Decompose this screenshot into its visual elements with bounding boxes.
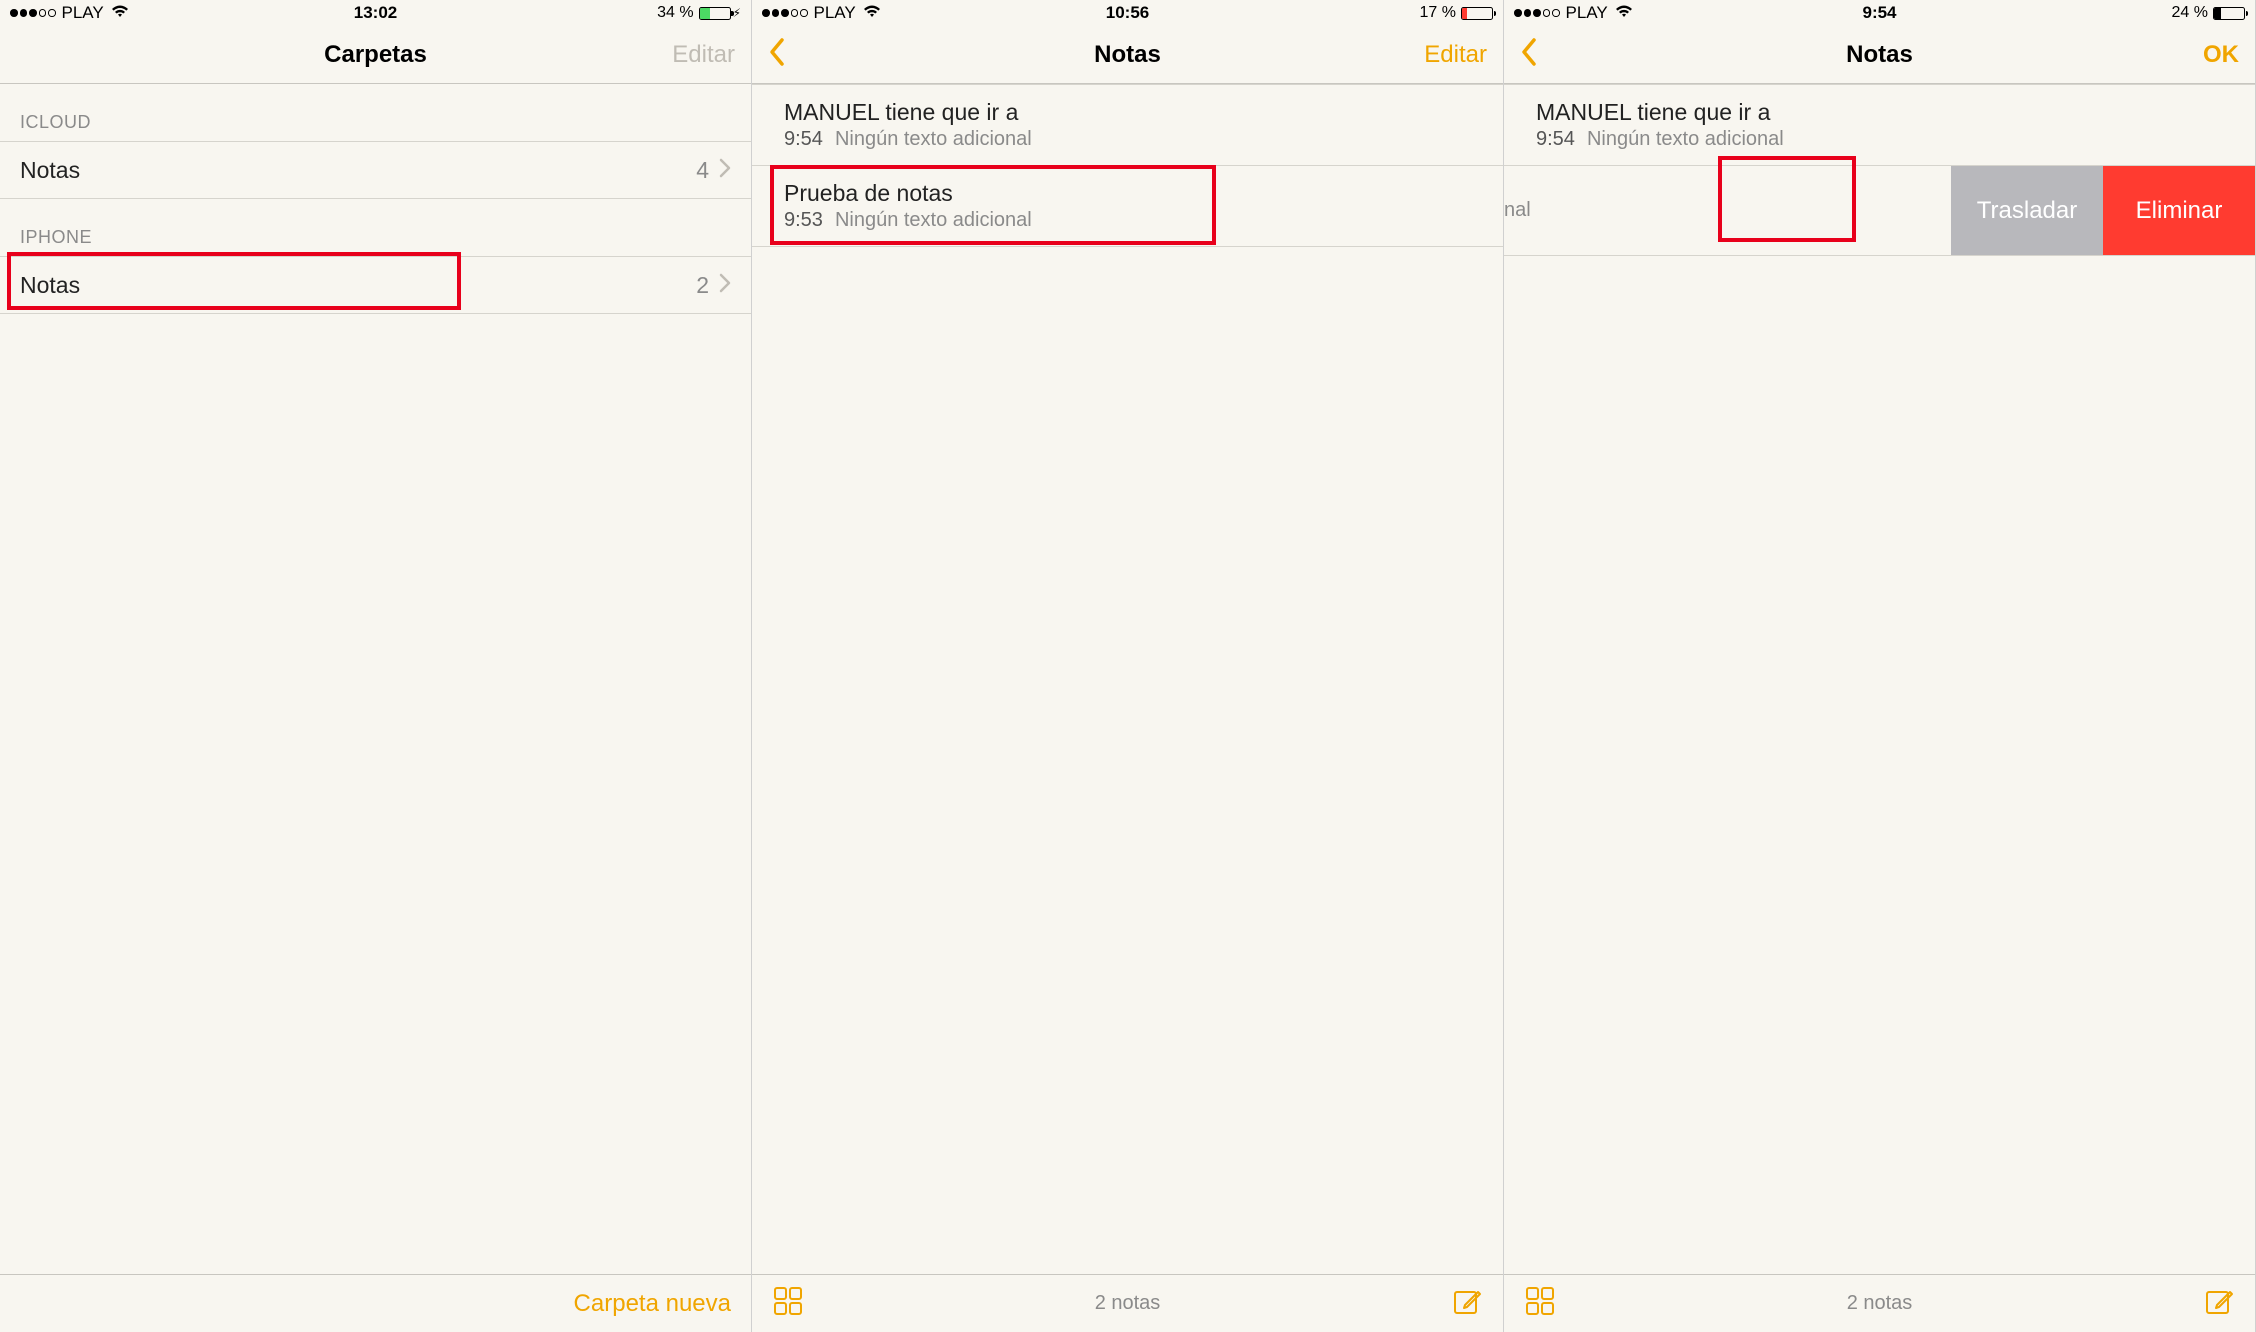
toolbar: 2 notas	[752, 1274, 1503, 1332]
note-time: 9:53	[784, 209, 823, 231]
status-right: 34 % ⚡︎	[657, 4, 741, 22]
ok-button[interactable]: OK	[2203, 41, 2239, 69]
note-time: 9:54	[784, 128, 823, 150]
compose-button[interactable]	[1451, 1285, 1483, 1322]
screen-notes-list: PLAY 10:56 17 % Notas Editar MANUEL tien…	[752, 0, 1504, 1332]
edit-button[interactable]: Editar	[672, 41, 735, 69]
status-time: 13:02	[354, 3, 397, 23]
nav-bar: Notas Editar	[752, 26, 1503, 84]
wifi-icon	[1614, 3, 1634, 23]
page-title: Notas	[1094, 41, 1161, 69]
note-row[interactable]: Prueba de notas 9:53 Ningún texto adicion…	[752, 166, 1503, 247]
folder-count: 2	[696, 272, 709, 299]
wifi-icon	[862, 3, 882, 23]
section-header-iphone: IPHONE	[0, 199, 751, 256]
compose-button[interactable]	[2203, 1285, 2235, 1322]
content-area: MANUEL tiene que ir a 9:54 Ningún texto a…	[752, 84, 1503, 1274]
note-row[interactable]: MANUEL tiene que ir a 9:54 Ningún texto a…	[752, 84, 1503, 166]
note-meta: 9:54 Ningún texto adicional	[784, 128, 1483, 151]
screen-notes-swipe: PLAY 9:54 24 % Notas OK MANUEL tiene que…	[1504, 0, 2256, 1332]
new-folder-button[interactable]: Carpeta nueva	[574, 1290, 731, 1318]
chevron-right-icon	[719, 273, 731, 298]
back-button[interactable]	[768, 37, 786, 72]
nav-bar: Notas OK	[1504, 26, 2255, 84]
status-left: PLAY	[762, 3, 882, 23]
note-row[interactable]: MANUEL tiene que ir a 9:54 Ningún texto a…	[1504, 84, 2255, 166]
edit-button[interactable]: Editar	[1424, 41, 1487, 69]
page-title: Notas	[1846, 41, 1913, 69]
status-time: 9:54	[1862, 3, 1896, 23]
note-meta: 9:53 Ningún texto adicional	[784, 209, 1483, 232]
move-button[interactable]: Trasladar	[1951, 166, 2103, 255]
note-meta: 9:54 Ningún texto adicional	[1536, 128, 2235, 151]
charging-icon: ⚡︎	[733, 7, 741, 19]
delete-button[interactable]: Eliminar	[2103, 166, 2255, 255]
toolbar: 2 notas	[1504, 1274, 2255, 1332]
carrier-label: PLAY	[1566, 3, 1608, 23]
grid-view-button[interactable]	[1524, 1285, 1556, 1322]
note-time: 9:54	[1536, 128, 1575, 150]
folder-count: 4	[696, 157, 709, 184]
grid-view-button[interactable]	[772, 1285, 804, 1322]
wifi-icon	[110, 3, 130, 23]
carrier-label: PLAY	[62, 3, 104, 23]
status-bar: PLAY 13:02 34 % ⚡︎	[0, 0, 751, 26]
status-bar: PLAY 9:54 24 %	[1504, 0, 2255, 26]
signal-dots-icon	[1514, 9, 1560, 17]
battery-percent: 17 %	[1420, 4, 1456, 22]
status-left: PLAY	[10, 3, 130, 23]
note-title: MANUEL tiene que ir a	[784, 99, 1483, 126]
status-right: 17 %	[1420, 4, 1493, 22]
note-subtitle: Ningún texto adicional	[835, 209, 1032, 231]
notes-count: 2 notas	[1847, 1292, 1913, 1315]
status-right: 24 %	[2172, 4, 2245, 22]
carrier-label: PLAY	[814, 3, 856, 23]
note-subtitle: Ningún texto adicional	[835, 128, 1032, 150]
content-area: ICLOUD Notas 4 IPHONE Notas 2	[0, 84, 751, 1274]
battery-percent: 34 %	[657, 4, 693, 22]
folder-label: Notas	[20, 157, 80, 184]
folder-row-iphone-notes[interactable]: Notas 2	[0, 256, 751, 314]
folder-row-icloud-notes[interactable]: Notas 4	[0, 141, 751, 199]
notes-count: 2 notas	[1095, 1292, 1161, 1315]
battery-icon	[2213, 7, 2245, 20]
nav-bar: Carpetas Editar	[0, 26, 751, 84]
content-area: MANUEL tiene que ir a 9:54 Ningún texto a…	[1504, 84, 2255, 1274]
battery-percent: 24 %	[2172, 4, 2208, 22]
battery-icon	[1461, 7, 1493, 20]
section-header-icloud: ICLOUD	[0, 84, 751, 141]
back-button[interactable]	[1520, 37, 1538, 72]
note-row-swiped[interactable]: nal Trasladar Eliminar	[1504, 166, 2255, 256]
battery-icon	[699, 7, 731, 20]
note-title: Prueba de notas	[784, 180, 1483, 207]
status-time: 10:56	[1106, 3, 1149, 23]
status-bar: PLAY 10:56 17 %	[752, 0, 1503, 26]
note-title: MANUEL tiene que ir a	[1536, 99, 2235, 126]
swiped-content: nal	[1504, 166, 1724, 255]
note-subtitle-peek: nal	[1504, 199, 1724, 222]
signal-dots-icon	[762, 9, 808, 17]
signal-dots-icon	[10, 9, 56, 17]
toolbar: Carpeta nueva	[0, 1274, 751, 1332]
note-subtitle: Ningún texto adicional	[1587, 128, 1784, 150]
chevron-right-icon	[719, 158, 731, 183]
page-title: Carpetas	[324, 41, 427, 69]
folder-label: Notas	[20, 272, 80, 299]
screen-folders: PLAY 13:02 34 % ⚡︎ Carpetas Editar ICLOU…	[0, 0, 752, 1332]
status-left: PLAY	[1514, 3, 1634, 23]
